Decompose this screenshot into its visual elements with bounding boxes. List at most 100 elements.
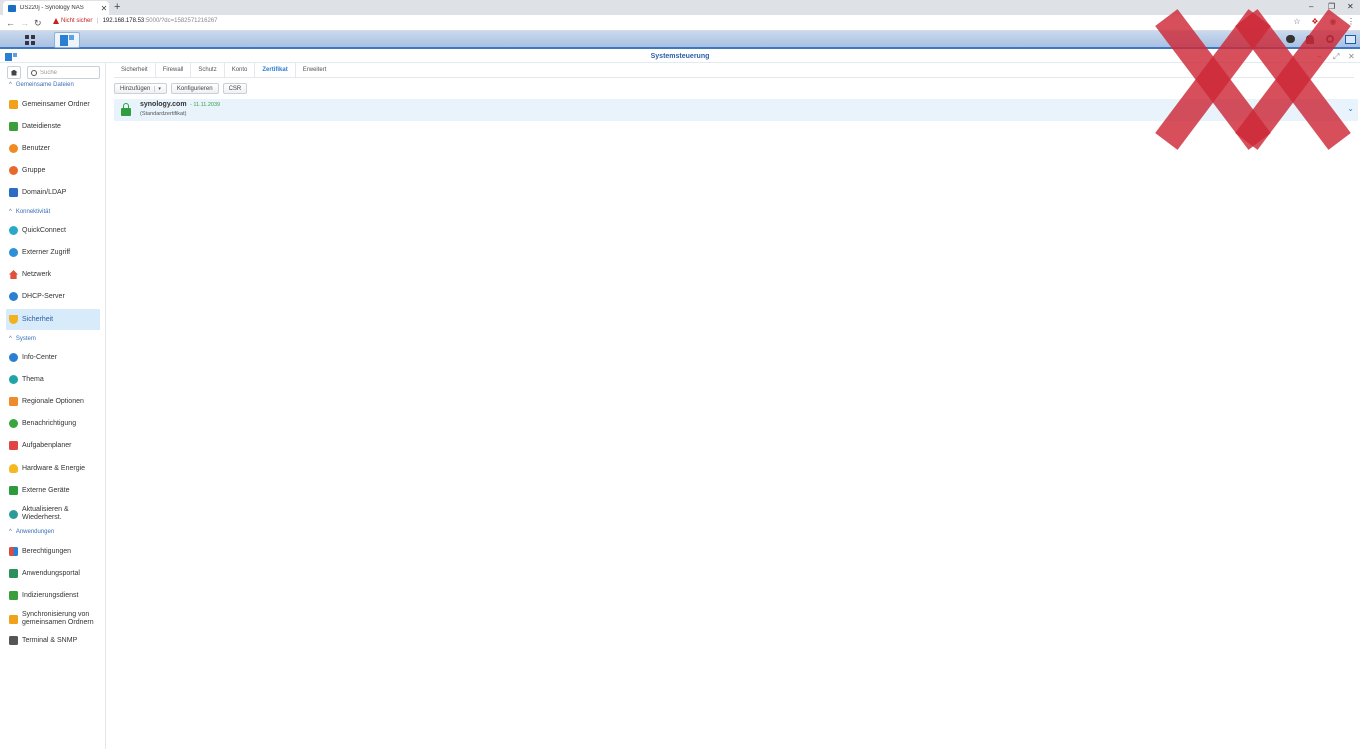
sidebar-item-network[interactable]: Netzwerk: [6, 264, 100, 285]
sidebar-item-quickconnect[interactable]: QuickConnect: [6, 220, 100, 241]
chevron-up-icon: ^: [9, 209, 12, 215]
add-button[interactable]: Hinzufügen ▾: [114, 83, 167, 94]
sidebar-item-hardware-power[interactable]: Hardware & Energie: [6, 458, 100, 479]
back-arrow-icon[interactable]: ←: [6, 17, 15, 29]
synology-favicon-icon: [8, 4, 16, 12]
minimize-window-button[interactable]: –: [1309, 1, 1313, 13]
control-panel-taskbar-button[interactable]: [54, 32, 80, 48]
sidebar-item-task-scheduler[interactable]: Aufgabenplaner: [6, 435, 100, 456]
csr-button[interactable]: CSR: [222, 83, 248, 94]
chevron-up-icon: ^: [9, 336, 12, 342]
certificate-toolbar: Hinzufügen ▾ Konfigurieren CSR: [114, 83, 248, 94]
window-close-icon[interactable]: ✕: [1348, 51, 1355, 62]
globe-icon: [9, 248, 18, 257]
sidebar-item-domain-ldap[interactable]: Domain/LDAP: [6, 182, 100, 203]
address-bar: ← → ↻ Nicht sicher | 192.168.178.53:5000/…: [0, 15, 1360, 31]
add-dropdown-icon[interactable]: ▾: [154, 85, 161, 92]
indexing-magnifier-icon: [9, 591, 18, 600]
group-icon: [9, 166, 18, 175]
configure-button[interactable]: Konfigurieren: [170, 83, 219, 94]
chevron-up-icon: ^: [9, 529, 12, 535]
main-menu-grid-icon: [25, 35, 35, 45]
sidebar-search-input[interactable]: [40, 69, 96, 76]
sidebar-item-shared-folder[interactable]: Gemeinsamer Ordner: [6, 94, 100, 115]
sidebar-item-file-services[interactable]: Dateidienste: [6, 116, 100, 137]
tab-account[interactable]: Konto: [225, 63, 256, 77]
sidebar-item-info-center[interactable]: Info-Center: [6, 347, 100, 368]
browser-tab-bar: DS220j - Synology NAS ✕ + – ❐ ✕: [0, 0, 1360, 15]
main-menu-button[interactable]: [8, 32, 52, 48]
certificate-subtitle: (Standardzertifikat): [140, 111, 187, 117]
sidebar-item-security[interactable]: Sicherheit: [6, 309, 100, 330]
sidebar-item-notification[interactable]: Benachrichtigung: [6, 413, 100, 434]
security-warning[interactable]: Nicht sicher: [53, 18, 92, 24]
browser-tab[interactable]: DS220j - Synology NAS ✕: [3, 1, 109, 15]
window-title-bar: Systemsteuerung – ⤢ ✕: [0, 51, 1360, 63]
section-shared-files[interactable]: ^ Gemeinsame Dateien: [9, 82, 74, 88]
sidebar-item-group[interactable]: Gruppe: [6, 160, 100, 181]
application-portal-icon: [9, 569, 18, 578]
url-field[interactable]: | 192.168.178.53:5000/?dc=1582571216267: [97, 18, 218, 24]
domain-ldap-icon: [9, 188, 18, 197]
sidebar-item-regional-options[interactable]: Regionale Optionen: [6, 391, 100, 412]
network-house-icon: [9, 270, 18, 279]
forward-arrow-icon[interactable]: →: [20, 17, 29, 29]
tab-firewall[interactable]: Firewall: [156, 63, 192, 77]
notification-bubble-icon: [9, 419, 18, 428]
sidebar-item-update-restore[interactable]: Aktualisieren & Wiederherst.: [6, 503, 100, 525]
sidebar-item-theme[interactable]: Thema: [6, 369, 100, 390]
lightbulb-icon: [9, 464, 18, 473]
shared-folder-icon: [9, 100, 18, 109]
browser-tab-title: DS220j - Synology NAS: [20, 5, 84, 11]
sidebar-item-permissions[interactable]: Berechtigungen: [6, 541, 100, 562]
external-device-icon: [9, 486, 18, 495]
url-path: :5000/?dc=1582571216267: [144, 18, 218, 24]
update-refresh-icon: [9, 509, 18, 519]
window-title: Systemsteuerung: [650, 53, 710, 60]
user-icon: [9, 144, 18, 153]
home-button[interactable]: [7, 66, 21, 79]
theme-palette-icon: [9, 375, 18, 384]
sidebar-item-external-access[interactable]: Externer Zugriff: [6, 242, 100, 263]
sidebar-item-shared-folder-sync[interactable]: Synchronisierung von gemeinsamen Ordnern: [6, 607, 100, 631]
certificate-expiry-date: - 11.11.2039: [190, 102, 221, 108]
info-icon: [9, 353, 18, 362]
calendar-icon: [9, 441, 18, 450]
close-tab-icon[interactable]: ✕: [99, 4, 109, 13]
section-system[interactable]: ^ System: [9, 336, 36, 342]
widgets-button[interactable]: [1344, 33, 1356, 45]
section-applications[interactable]: ^ Anwendungen: [9, 529, 54, 535]
tab-protection[interactable]: Schutz: [191, 63, 225, 77]
close-window-button[interactable]: ✕: [1347, 1, 1354, 13]
search-icon: [31, 69, 37, 76]
tab-security[interactable]: Sicherheit: [114, 63, 156, 77]
dhcp-server-icon: [9, 292, 18, 301]
red-x-mark-right: [1235, 9, 1351, 150]
sidebar-item-user[interactable]: Benutzer: [6, 138, 100, 159]
sidebar-item-dhcp-server[interactable]: DHCP-Server: [6, 286, 100, 307]
tab-certificate[interactable]: Zertifikat: [255, 63, 296, 77]
shield-icon: [9, 315, 18, 324]
expand-chevron-icon[interactable]: ⌄: [1347, 104, 1354, 113]
dsm-taskbar: [0, 31, 1360, 49]
sidebar-item-terminal-snmp[interactable]: Terminal & SNMP: [6, 630, 100, 651]
security-warning-text: Nicht sicher: [61, 18, 93, 24]
tab-advanced[interactable]: Erweitert: [296, 63, 334, 77]
control-panel-icon: [60, 34, 74, 46]
section-connectivity[interactable]: ^ Konnektivität: [9, 209, 50, 215]
sidebar-item-indexing-service[interactable]: Indizierungsdienst: [6, 585, 100, 606]
url-host: 192.168.178.53: [102, 18, 145, 24]
sidebar: ^Gemeinsame Dateien Gemeinsamer Ordner D…: [0, 63, 106, 749]
lock-icon: [121, 103, 131, 117]
sidebar-item-external-devices[interactable]: Externe Geräte: [6, 480, 100, 501]
warning-triangle-icon: [53, 18, 59, 24]
reload-icon[interactable]: ↻: [34, 17, 42, 29]
regional-clock-icon: [9, 397, 18, 406]
file-services-icon: [9, 122, 18, 131]
chevron-up-icon: ^: [9, 82, 12, 88]
sidebar-search[interactable]: [27, 66, 100, 79]
certificate-name: synology.com: [140, 101, 187, 108]
add-button-label: Hinzufügen: [120, 85, 151, 92]
sidebar-item-application-portal[interactable]: Anwendungsportal: [6, 563, 100, 584]
new-tab-button[interactable]: +: [114, 1, 120, 14]
